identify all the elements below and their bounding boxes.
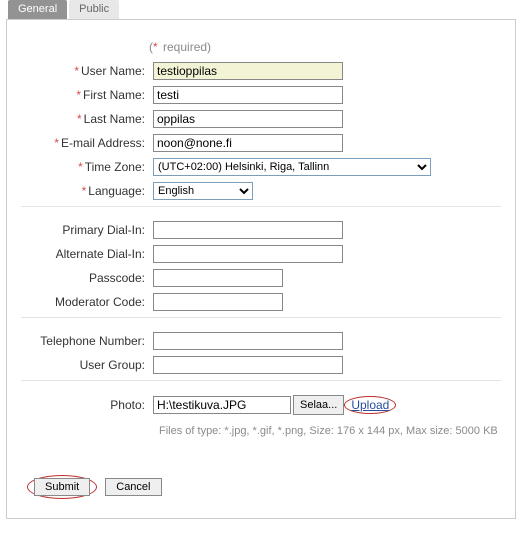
label-lastname: *Last Name: [21,112,153,126]
label-primary-dial: Primary Dial-In: [21,223,153,237]
section-divider-3 [21,380,501,381]
tabs-bar: General Public [8,0,522,19]
lastname-input[interactable] [153,110,343,128]
photo-path-input[interactable] [153,396,291,414]
firstname-input[interactable] [153,86,343,104]
browse-button[interactable]: Selaa... [293,395,344,415]
label-firstname: *First Name: [21,88,153,102]
timezone-select[interactable]: (UTC+02:00) Helsinki, Riga, Tallinn [153,158,431,176]
moderator-code-input[interactable] [153,293,283,311]
highlight-upload: Upload [344,396,396,414]
email-input[interactable] [153,134,343,152]
photo-hint: Files of type: *.jpg, *.gif, *.png, Size… [159,425,501,437]
upload-link[interactable]: Upload [351,398,389,412]
label-moderator: Moderator Code: [21,295,153,309]
telephone-input[interactable] [153,332,343,350]
submit-button[interactable]: Submit [34,478,90,496]
passcode-input[interactable] [153,269,283,287]
label-photo: Photo: [21,398,153,412]
usergroup-input[interactable] [153,356,343,374]
section-divider-2 [21,317,501,318]
language-select[interactable]: English [153,182,253,200]
tab-general[interactable]: General [8,0,67,19]
required-legend: (* required) [149,40,501,54]
label-usergroup: User Group: [21,358,153,372]
label-language: *Language: [21,184,153,198]
form-panel: (* required) *User Name: *First Name: *L… [6,19,516,519]
highlight-submit: Submit [27,475,97,499]
label-telephone: Telephone Number: [21,334,153,348]
tab-public[interactable]: Public [69,0,119,19]
label-username: *User Name: [21,64,153,78]
label-passcode: Passcode: [21,271,153,285]
label-email: *E-mail Address: [21,136,153,150]
username-input[interactable] [153,62,343,80]
label-alternate-dial: Alternate Dial-In: [21,247,153,261]
primary-dial-input[interactable] [153,221,343,239]
cancel-button[interactable]: Cancel [105,478,161,496]
section-divider-1 [21,206,501,207]
label-timezone: *Time Zone: [21,160,153,174]
alternate-dial-input[interactable] [153,245,343,263]
